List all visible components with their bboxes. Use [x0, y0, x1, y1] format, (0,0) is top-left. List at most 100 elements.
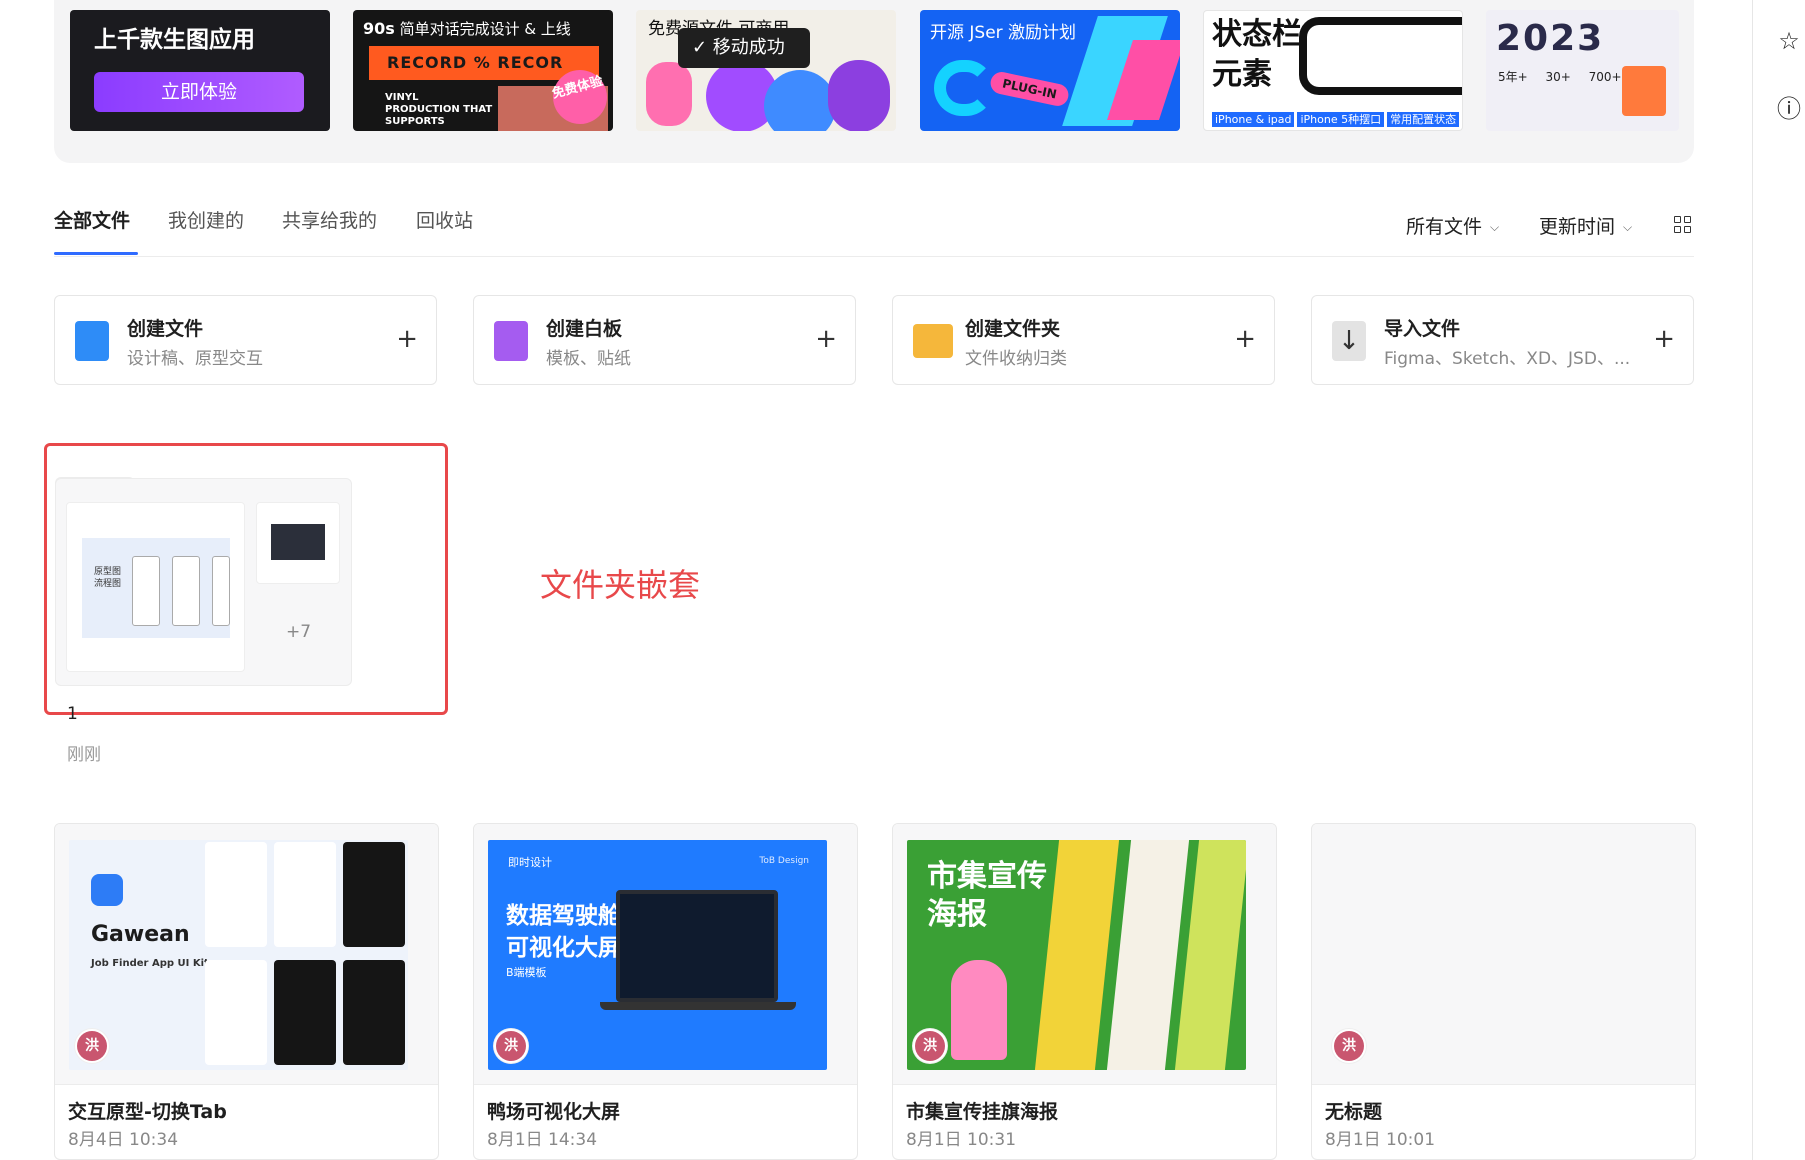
promo-banner-status-bar[interactable]: 状态栏 元素 iPhone & ipad iPhone 5种摆口 常用配置状态 — [1203, 10, 1463, 131]
banner-tag: iPhone & ipad — [1212, 112, 1295, 127]
try-now-button[interactable]: 立即体验 — [94, 72, 304, 112]
grid-view-icon[interactable] — [1674, 216, 1692, 234]
folder-time: 刚刚 — [67, 745, 101, 765]
right-panel-divider — [1752, 0, 1753, 1160]
create-folder-card[interactable]: 创建文件夹 文件收纳归类 + — [892, 295, 1275, 385]
card-subtitle: 模板、贴纸 — [546, 349, 631, 369]
tabs-divider — [54, 256, 1694, 257]
create-whiteboard-card[interactable]: 创建白板 模板、贴纸 + — [473, 295, 856, 385]
file-preview-image: 市集宣传 海报 — [907, 840, 1246, 1070]
file-name: 交互原型-切换Tab — [68, 1101, 227, 1123]
card-title: 创建文件夹 — [965, 318, 1061, 340]
file-name: 鸭场可视化大屏 — [487, 1101, 621, 1123]
file-type-filter[interactable]: 所有文件 ⌵ — [1406, 212, 1499, 239]
preview-phone — [274, 842, 336, 947]
preview-subtitle: B端模板 — [506, 966, 547, 979]
avatar: 洪 — [913, 1029, 947, 1063]
preview-laptop-base — [600, 1002, 796, 1010]
banner-illustration — [646, 62, 692, 126]
tab-shared-with-me[interactable]: 共享给我的 — [282, 206, 377, 233]
preview-tag: ToB Design — [759, 856, 809, 866]
file-card[interactable]: Gawean Job Finder App UI Kit 洪 交互原型-切换Ta… — [54, 823, 439, 1160]
plugin-badge: PLUG-IN — [988, 70, 1071, 108]
file-card[interactable]: 市集宣传 海报 洪 市集宣传挂旗海报 8月1日 10:31 — [892, 823, 1277, 1160]
card-title: 创建白板 — [546, 318, 623, 340]
banner-title: 状态栏 元素 — [1212, 15, 1302, 95]
banner-title: 上千款生图应用 — [94, 27, 255, 53]
file-name: 市集宣传挂旗海报 — [906, 1101, 1059, 1123]
chevron-down-icon: ⌵ — [1623, 220, 1633, 234]
preview-subtitle: Job Finder App UI Kit — [91, 958, 209, 969]
vinyl-text: VINYL PRODUCTION THAT SUPPORTS — [385, 92, 493, 127]
file-type-filter-label: 所有文件 — [1406, 216, 1483, 238]
avatar-initial: 洪 — [915, 1031, 945, 1061]
folder-thumbnail-image — [271, 524, 325, 560]
banner-year: 2023 — [1496, 18, 1605, 59]
tab-trash[interactable]: 回收站 — [416, 206, 473, 233]
avatar-initial: 洪 — [77, 1031, 107, 1061]
file-card[interactable]: 即时设计 ToB Design 数据驾驶舱 可视化大屏 B端模板 洪 鸭场可视化… — [473, 823, 858, 1160]
preview-illustration — [1106, 840, 1190, 1070]
plus-icon[interactable]: + — [815, 326, 837, 352]
card-subtitle: Figma、Sketch、XD、JSD、... — [1384, 349, 1631, 369]
banner-illustration — [764, 70, 836, 131]
tab-all-files[interactable]: 全部文件 — [54, 206, 130, 233]
card-title: 导入文件 — [1384, 318, 1461, 340]
preview-title: 数据驾驶舱 可视化大屏 — [506, 903, 621, 961]
avatar-initial: 洪 — [496, 1031, 526, 1061]
banner-illustration — [934, 60, 994, 116]
file-thumbnail: Gawean Job Finder App UI Kit 洪 — [55, 824, 438, 1085]
preview-phone — [343, 842, 405, 947]
banner-illustration — [828, 60, 890, 131]
thumbnail-text: 原型图 流程图 — [94, 567, 122, 589]
banner-title-rest: 简单对话完成设计 & 上线 — [394, 20, 571, 38]
plus-icon[interactable]: + — [396, 326, 418, 352]
card-subtitle: 文件收纳归类 — [965, 349, 1067, 369]
create-file-card[interactable]: 创建文件 设计稿、原型交互 + — [54, 295, 437, 385]
chevron-down-icon: ⌵ — [1490, 220, 1500, 234]
file-preview-image: 即时设计 ToB Design 数据驾驶舱 可视化大屏 B端模板 — [488, 840, 827, 1070]
avatar: 洪 — [75, 1029, 109, 1063]
phone-illustration — [1299, 17, 1462, 95]
promo-banner-90s[interactable]: 90s 简单对话完成设计 & 上线 RECORD % RECOR VINYL P… — [353, 10, 613, 131]
import-file-card[interactable]: ↓ 导入文件 Figma、Sketch、XD、JSD、... + — [1311, 295, 1694, 385]
banner-stats: 5年+ 30+ 700+ — [1498, 70, 1622, 84]
preview-phone — [205, 960, 267, 1065]
promo-banner-strip: 上千款生图应用 立即体验 90s 简单对话完成设计 & 上线 RECORD % … — [54, 0, 1694, 163]
folder-thumbnail-image: 原型图 流程图 — [82, 538, 230, 638]
import-icon: ↓ — [1332, 321, 1366, 361]
promo-banner-2023[interactable]: 2023 5年+ 30+ 700+ — [1486, 10, 1679, 131]
banner-title: 开源 JSer 激励计划 — [930, 23, 1077, 43]
tab-created-by-me[interactable]: 我创建的 — [168, 206, 244, 233]
banner-tag: 常用配置状态 — [1387, 112, 1460, 127]
file-thumbnail: 洪 — [1312, 824, 1695, 1085]
promo-banner-jser[interactable]: 开源 JSer 激励计划 PLUG-IN — [920, 10, 1180, 131]
more-files-count: +7 — [286, 622, 312, 642]
banner-title-line: 状态栏 — [1212, 17, 1302, 52]
sort-filter[interactable]: 更新时间 ⌵ — [1539, 212, 1632, 239]
design-file-icon — [75, 321, 109, 361]
preview-phone — [343, 960, 405, 1065]
star-icon[interactable]: ☆ — [1776, 28, 1802, 54]
plus-icon[interactable]: + — [1234, 326, 1256, 352]
preview-illustration — [1174, 840, 1246, 1070]
file-time: 8月1日 10:01 — [1325, 1130, 1436, 1150]
file-preview-image: Gawean Job Finder App UI Kit — [69, 840, 408, 1070]
avatar: 洪 — [494, 1029, 528, 1063]
thumbnail-phone — [212, 556, 230, 626]
plus-icon[interactable]: + — [1653, 326, 1675, 352]
file-manager-page: 上千款生图应用 立即体验 90s 简单对话完成设计 & 上线 RECORD % … — [0, 0, 1805, 1160]
preview-phone — [274, 960, 336, 1065]
move-success-toast: ✓ 移动成功 — [678, 28, 810, 68]
active-tab-indicator — [54, 252, 138, 255]
promo-banner-ai-apps[interactable]: 上千款生图应用 立即体验 — [70, 10, 330, 131]
whiteboard-icon — [494, 321, 528, 361]
file-card[interactable]: 洪 无标题 8月1日 10:01 — [1311, 823, 1696, 1160]
sort-filter-label: 更新时间 — [1539, 216, 1616, 238]
banner-title-bold: 90s — [363, 19, 395, 38]
preview-tag: 即时设计 — [508, 856, 552, 869]
folder-name[interactable]: 1 — [67, 704, 78, 724]
card-title: 创建文件 — [127, 318, 204, 340]
info-icon[interactable]: ⓘ — [1776, 96, 1802, 122]
file-thumbnail: 即时设计 ToB Design 数据驾驶舱 可视化大屏 B端模板 洪 — [474, 824, 857, 1085]
